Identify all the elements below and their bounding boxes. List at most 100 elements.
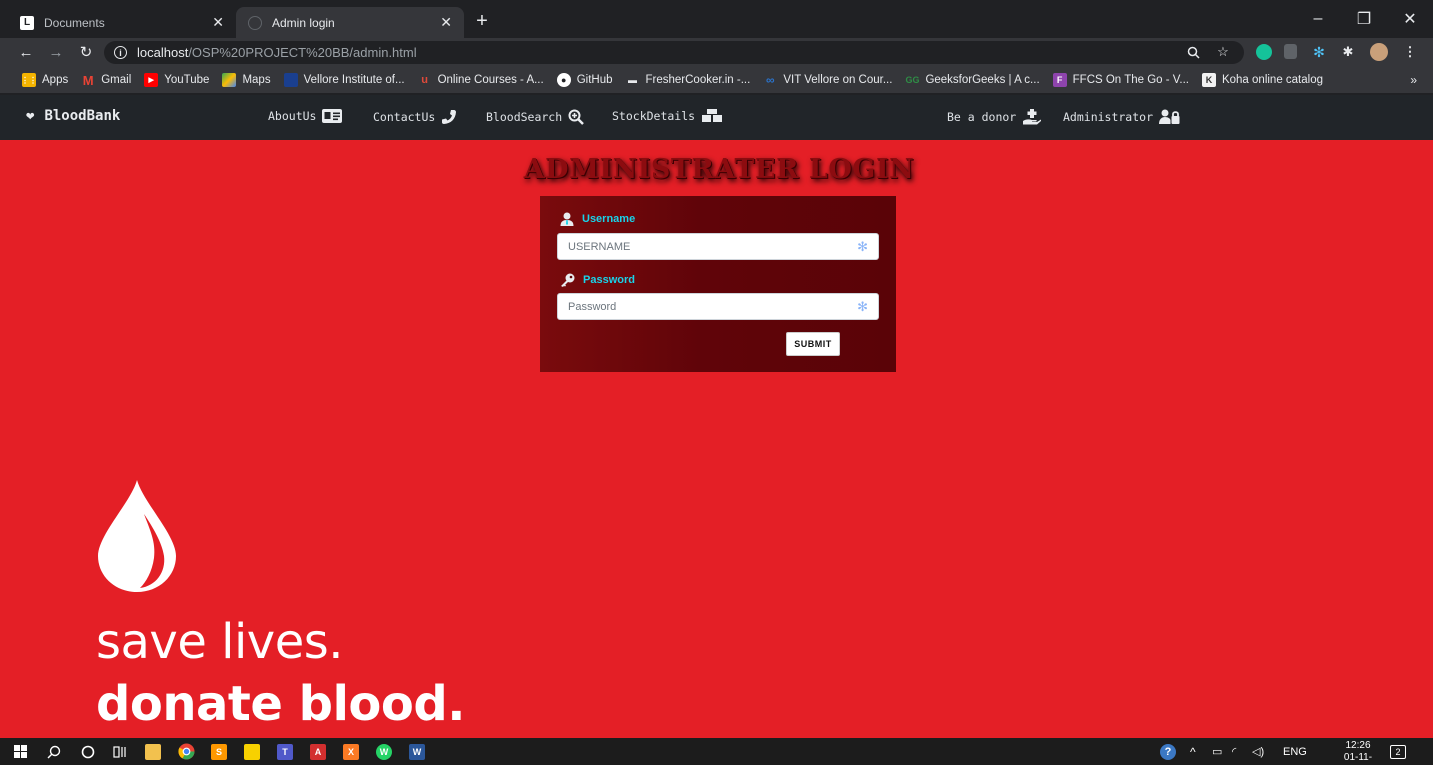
nav-label: Administrator (1063, 110, 1154, 124)
bookmark-label: GeeksforGeeks | A c... (925, 74, 1040, 86)
chrome-icon[interactable] (174, 740, 198, 763)
reload-button[interactable]: ↻ (74, 40, 98, 64)
nav-contact-us[interactable]: ContactUs (373, 109, 457, 125)
nav-about-us[interactable]: AboutUs (268, 109, 343, 123)
slogan-line-2: donate blood. (96, 676, 465, 732)
bookmark-vit[interactable]: Vellore Institute of... (283, 73, 405, 87)
react-devtools-icon[interactable]: ✻ (1309, 42, 1329, 62)
phone-icon (441, 109, 457, 125)
document-icon: L (20, 15, 34, 30)
nav-stock-details[interactable]: StockDetails (612, 109, 723, 123)
bookmark-apps[interactable]: ⋮⋮ Apps (21, 73, 68, 87)
coursera-icon: ∞ (766, 73, 775, 87)
password-manager-icon[interactable]: ✻ (857, 299, 868, 315)
brand-link[interactable]: ❤ BloodBank (26, 108, 120, 124)
nav-label: Be a donor (947, 110, 1017, 124)
profile-avatar[interactable] (1370, 43, 1388, 61)
help-icon[interactable]: ? (1160, 738, 1176, 765)
geeksforgeeks-icon: GG (905, 75, 920, 85)
username-input[interactable]: USERNAME ✻ (557, 233, 879, 260)
sticky-notes-icon[interactable] (240, 740, 264, 763)
language-indicator[interactable]: ENG (1283, 738, 1307, 765)
wifi-icon[interactable]: ◜ (1232, 738, 1236, 765)
notifications-icon[interactable]: 2 (1390, 738, 1406, 765)
nav-label: ContactUs (373, 110, 436, 124)
close-tab-icon[interactable]: ✕ (212, 14, 224, 31)
nav-blood-search[interactable]: BloodSearch (486, 109, 585, 125)
whatsapp-icon[interactable]: W (372, 740, 396, 763)
bookmark-ffcs[interactable]: F FFCS On The Go - V... (1052, 73, 1189, 87)
chevron-up-icon[interactable]: ^ (1190, 738, 1196, 765)
youtube-icon: ▶ (144, 73, 159, 87)
address-bar[interactable]: i localhost/OSP%20PROJECT%20BB/admin.htm… (104, 41, 1244, 64)
clock-date: 01-11-2020 (1343, 752, 1373, 765)
restore-button[interactable]: ❐ (1341, 0, 1387, 38)
teams-icon[interactable]: T (273, 740, 297, 763)
bookmark-koha[interactable]: K Koha online catalog (1201, 73, 1323, 87)
apps-grid-icon: ⋮⋮ (21, 73, 37, 87)
username-label-row: Username (560, 212, 635, 226)
back-button[interactable]: ← (14, 40, 38, 64)
new-tab-button[interactable]: + (470, 9, 494, 33)
bookmark-gmail[interactable]: M Gmail (81, 72, 132, 88)
extension-icon[interactable] (1284, 44, 1297, 59)
bookmark-label: Online Courses - A... (437, 74, 544, 86)
zoom-icon[interactable] (1183, 42, 1203, 62)
minimize-button[interactable]: – (1295, 0, 1341, 38)
bookmark-label: YouTube (164, 74, 210, 86)
browser-toolbar: ← → ↻ i localhost/OSP%20PROJECT%20BB/adm… (0, 38, 1433, 67)
username-label: Username (582, 213, 636, 225)
username-placeholder: USERNAME (568, 240, 631, 253)
bookmark-label: Koha online catalog (1221, 74, 1323, 86)
search-icon[interactable] (42, 740, 66, 763)
id-card-icon (322, 109, 343, 123)
file-explorer-icon[interactable] (141, 740, 165, 763)
bookmark-label: Maps (242, 74, 271, 86)
gmail-icon: M (82, 72, 94, 88)
key-icon (560, 273, 575, 287)
browser-tab-documents[interactable]: L Documents ✕ (8, 7, 236, 38)
cortana-icon[interactable] (76, 740, 100, 763)
submit-button[interactable]: SUBMIT (786, 332, 840, 356)
forward-button[interactable]: → (44, 40, 68, 64)
boxes-icon (701, 109, 723, 123)
bookmark-star-icon[interactable]: ☆ (1213, 42, 1233, 62)
xampp-icon[interactable]: X (339, 740, 363, 763)
bookmark-github[interactable]: ● GitHub (556, 73, 613, 87)
bookmark-maps[interactable]: Maps (222, 73, 271, 87)
close-window-button[interactable]: ✕ (1387, 0, 1433, 38)
password-input[interactable]: Password ✻ (557, 293, 879, 320)
puzzle-extensions-icon[interactable]: ✱ (1338, 42, 1358, 62)
bookmark-coursera[interactable]: ∞ VIT Vellore on Cour... (763, 73, 892, 87)
site-info-icon[interactable]: i (114, 46, 127, 59)
battery-icon[interactable]: ▭ (1212, 738, 1222, 765)
grammarly-extension-icon[interactable] (1256, 44, 1272, 60)
menu-kebab-icon[interactable]: ⋮ (1400, 42, 1420, 62)
acrobat-icon[interactable]: A (306, 740, 330, 763)
close-tab-icon[interactable]: ✕ (440, 14, 452, 31)
bookmark-freshercooker[interactable]: ▬ FresherCooker.in -... (626, 73, 750, 87)
password-manager-icon[interactable]: ✻ (857, 239, 868, 255)
task-view-icon[interactable] (108, 740, 132, 763)
bookmark-online-courses[interactable]: u Online Courses - A... (418, 73, 544, 87)
word-icon[interactable]: W (405, 740, 429, 763)
password-label-row: Password (560, 273, 635, 287)
bookmark-label: Gmail (101, 74, 132, 86)
heart-pulse-icon: ❤ (26, 108, 35, 124)
bookmark-geeksforgeeks[interactable]: GG GeeksforGeeks | A c... (905, 73, 1039, 87)
maps-icon (222, 73, 237, 87)
nav-be-a-donor[interactable]: Be a donor (947, 109, 1042, 125)
bookmark-label: FFCS On The Go - V... (1072, 74, 1189, 86)
volume-icon[interactable]: ◁) (1252, 738, 1264, 765)
windows-start-icon[interactable] (8, 740, 32, 763)
sublime-text-icon[interactable]: S (207, 740, 231, 763)
bookmark-youtube[interactable]: ▶ YouTube (144, 73, 209, 87)
search-plus-icon (568, 109, 585, 125)
nav-label: BloodSearch (486, 110, 563, 124)
slogan-line-1: save lives. (96, 614, 344, 670)
bookmark-label: Vellore Institute of... (303, 74, 405, 86)
more-bookmarks-button[interactable]: » (1410, 73, 1417, 87)
nav-administrator[interactable]: Administrator (1063, 109, 1181, 125)
browser-tab-admin-login[interactable]: Admin login ✕ (236, 7, 464, 38)
clock[interactable]: 12:26 01-11-2020 (1335, 740, 1381, 765)
